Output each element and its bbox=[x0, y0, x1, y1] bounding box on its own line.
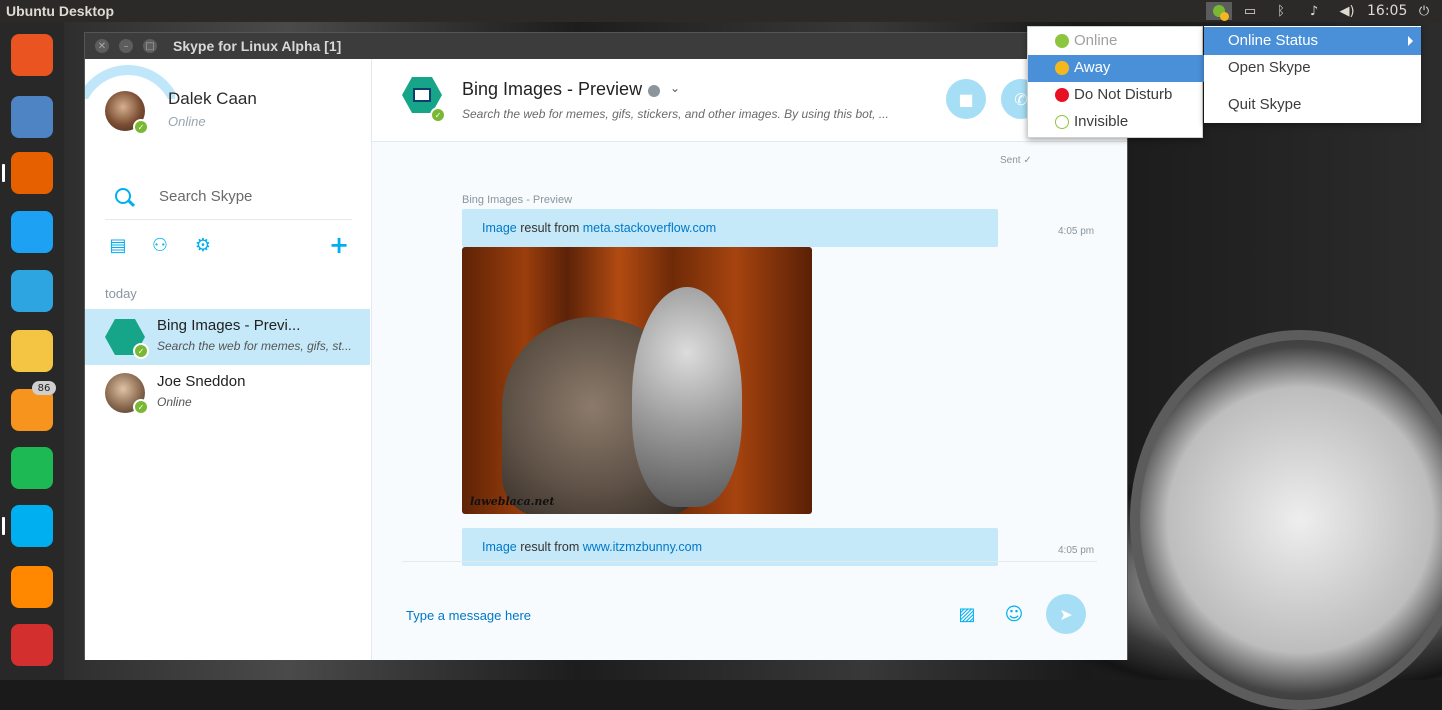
chat-pane: ✓ Bing Images - Preview ⌄ Search the web… bbox=[372, 59, 1127, 660]
message-composer: ▨ ☺ ➤ bbox=[402, 561, 1097, 661]
online-presence-icon: ✓ bbox=[133, 343, 149, 359]
away-status-icon bbox=[1055, 61, 1069, 75]
send-button[interactable]: ➤ bbox=[1046, 594, 1086, 634]
spotify-icon[interactable] bbox=[11, 447, 53, 489]
files-icon[interactable] bbox=[11, 96, 53, 138]
add-bot-icon[interactable]: ⚇ bbox=[149, 234, 171, 256]
firefox-icon[interactable] bbox=[11, 152, 53, 194]
skype-window: ✕ – □ Skype for Linux Alpha [1] ✓ Dalek … bbox=[84, 32, 1128, 660]
telegram-icon[interactable] bbox=[11, 270, 53, 312]
conversation-joe-sneddon[interactable]: ✓ Joe Sneddon Online bbox=[85, 365, 370, 421]
message-input[interactable] bbox=[404, 607, 808, 624]
invisible-status-icon bbox=[1055, 115, 1069, 129]
message-time: 4:05 pm bbox=[1058, 545, 1095, 556]
mail-icon[interactable] bbox=[11, 330, 53, 372]
status-do-not-disturb[interactable]: Do Not Disturb bbox=[1028, 82, 1204, 109]
power-icon[interactable]: ⏻ bbox=[1416, 2, 1432, 20]
profile-status[interactable]: Online bbox=[168, 114, 206, 129]
do-not-disturb-icon bbox=[1055, 88, 1069, 102]
search-bar[interactable] bbox=[105, 179, 352, 220]
rss-unread-badge: 86 bbox=[32, 381, 56, 395]
bot-verified-icon bbox=[648, 85, 660, 97]
bluetooth-icon[interactable]: ᛒ bbox=[1274, 2, 1288, 20]
online-presence-icon: ✓ bbox=[430, 107, 446, 123]
image-link[interactable]: Image bbox=[482, 221, 517, 235]
message-bubble: Image result from meta.stackoverflow.com bbox=[462, 209, 998, 247]
video-call-button[interactable]: ■ bbox=[946, 79, 986, 119]
maximize-button[interactable]: □ bbox=[143, 39, 157, 53]
image-watermark: laweblaca.net bbox=[470, 495, 555, 508]
settings-gear-icon[interactable]: ⚙ bbox=[192, 234, 214, 256]
contacts-icon[interactable]: ▤ bbox=[107, 234, 129, 256]
window-titlebar[interactable]: ✕ – □ Skype for Linux Alpha [1] bbox=[85, 33, 1127, 59]
skype-alpha-icon[interactable] bbox=[11, 505, 53, 547]
volume-icon[interactable]: ◀) bbox=[1338, 2, 1356, 20]
notification-bell-icon[interactable]: ♪ bbox=[1305, 2, 1323, 20]
menu-open-skype[interactable]: Open Skype bbox=[1204, 54, 1421, 82]
chat-subtitle: Search the web for memes, gifs, stickers… bbox=[462, 107, 889, 121]
image-parrot bbox=[632, 287, 742, 507]
conversation-title: Joe Sneddon bbox=[157, 373, 246, 390]
sent-status: Sent ✓ bbox=[1000, 155, 1032, 166]
conversation-bing-images[interactable]: ✓ Bing Images - Previ... Search the web … bbox=[85, 309, 370, 365]
chat-title[interactable]: Bing Images - Preview bbox=[462, 79, 642, 100]
image-link[interactable]: Image bbox=[482, 540, 517, 554]
message-sender-name: Bing Images - Preview bbox=[462, 194, 573, 206]
online-presence-icon: ✓ bbox=[133, 399, 149, 415]
clock[interactable]: 16:05 bbox=[1367, 3, 1407, 19]
window-title: Skype for Linux Alpha [1] bbox=[173, 38, 342, 54]
ubuntu-dash-icon[interactable] bbox=[11, 34, 53, 76]
running-app-indicator bbox=[2, 517, 5, 535]
status-online[interactable]: Online bbox=[1028, 28, 1204, 55]
conversation-subtitle: Search the web for memes, gifs, st... bbox=[157, 339, 352, 353]
skype-status-indicator-icon[interactable] bbox=[1206, 2, 1232, 21]
message-time: 4:05 pm bbox=[1058, 226, 1095, 237]
menu-quit-skype[interactable]: Quit Skype bbox=[1204, 91, 1421, 119]
status-invisible[interactable]: Invisible bbox=[1028, 109, 1204, 136]
menu-online-status[interactable]: Online Status bbox=[1204, 27, 1421, 55]
search-icon bbox=[115, 188, 131, 204]
section-label-today: today bbox=[105, 286, 137, 301]
new-chat-plus-icon[interactable]: + bbox=[328, 231, 350, 259]
top-panel: Ubuntu Desktop ▭ ᛒ ♪ ◀) 16:05 ⏻ bbox=[0, 0, 1442, 22]
emoji-icon[interactable]: ☺ bbox=[1004, 604, 1024, 625]
running-app-indicator bbox=[2, 164, 5, 182]
chat-header: ✓ Bing Images - Preview ⌄ Search the web… bbox=[372, 59, 1127, 142]
shared-image-cat-parrot[interactable]: laweblaca.net bbox=[462, 247, 812, 514]
online-status-icon bbox=[1055, 34, 1069, 48]
desktop-title: Ubuntu Desktop bbox=[6, 3, 115, 19]
close-button[interactable]: ✕ bbox=[95, 39, 109, 53]
twitter-icon[interactable] bbox=[11, 211, 53, 253]
display-icon[interactable]: ▭ bbox=[1242, 2, 1258, 20]
sidebar: ✓ Dalek Caan Online ▤ ⚇ ⚙ + today ✓ Bing… bbox=[85, 59, 372, 660]
source-domain-link[interactable]: www.itzmzbunny.com bbox=[583, 540, 702, 554]
status-away[interactable]: Away bbox=[1028, 55, 1204, 82]
minimize-button[interactable]: – bbox=[119, 39, 133, 53]
source-domain-link[interactable]: meta.stackoverflow.com bbox=[583, 221, 716, 235]
submenu-arrow-icon bbox=[1408, 36, 1413, 46]
rss-reader-icon[interactable] bbox=[11, 389, 53, 431]
chevron-down-icon[interactable]: ⌄ bbox=[670, 81, 680, 95]
online-status-submenu: Online Away Do Not Disturb Invisible bbox=[1027, 26, 1204, 138]
conversation-subtitle: Online bbox=[157, 395, 192, 409]
conversation-title: Bing Images - Previ... bbox=[157, 317, 301, 334]
vivaldi-icon[interactable] bbox=[11, 624, 53, 666]
online-presence-icon: ✓ bbox=[133, 119, 149, 135]
send-image-icon[interactable]: ▨ bbox=[957, 604, 977, 625]
vlc-icon[interactable] bbox=[11, 566, 53, 608]
skype-indicator-menu: Online Status Open Skype Quit Skype bbox=[1204, 26, 1421, 123]
profile-name[interactable]: Dalek Caan bbox=[168, 89, 257, 109]
search-input[interactable] bbox=[157, 187, 341, 206]
